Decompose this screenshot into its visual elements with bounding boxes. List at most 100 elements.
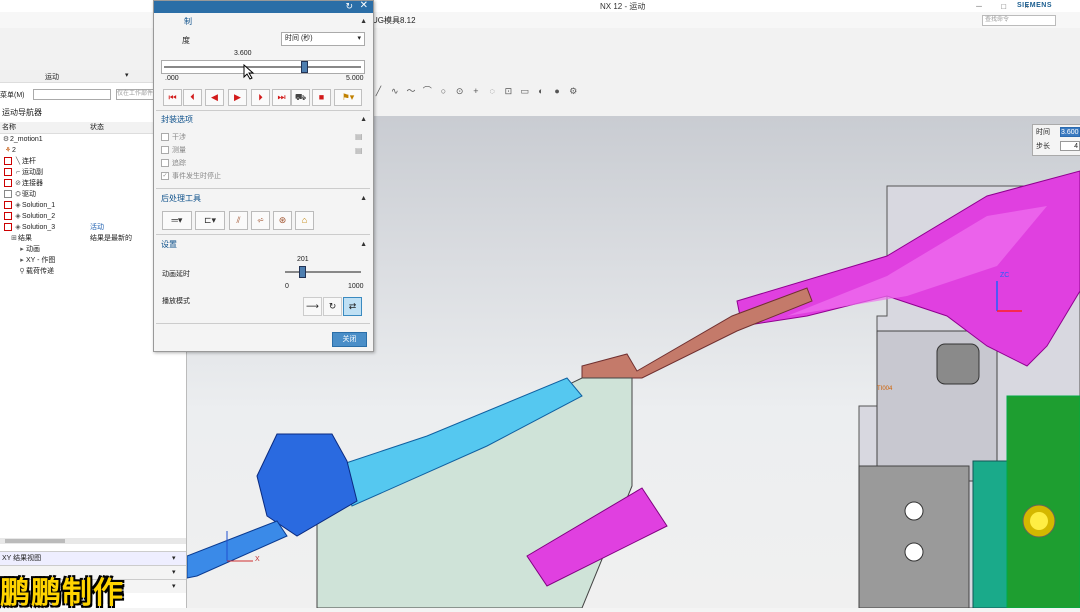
solution-icon: ◈ (15, 224, 21, 231)
link-icon: ╲ (15, 158, 21, 165)
chevron-up-icon[interactable]: ▲ (360, 192, 367, 205)
time-slider-track (164, 66, 361, 68)
record-icon[interactable]: ⛟ (291, 89, 310, 106)
anim-delay-thumb[interactable] (299, 266, 307, 278)
animation-dialog: ↻ ✕ 制 ▲ 度 时间 (秒) ▾ 3.600 .000 5.000 ⏮ ⏴ … (153, 0, 374, 352)
xy-results-panel[interactable]: XY 结果视图 ▾ (0, 551, 186, 565)
trace-option[interactable]: 追踪 (161, 159, 186, 169)
render-icon[interactable]: ◐ (535, 86, 546, 97)
section-animation-control[interactable]: 制 ▲ (154, 15, 373, 28)
checkbox[interactable] (4, 212, 12, 221)
x-axis-label: X (255, 556, 260, 563)
play-once-button[interactable]: ⟶ (303, 297, 322, 316)
document-tab[interactable]: UG模具8.12 (372, 15, 416, 26)
stop-button[interactable]: ■ (312, 89, 331, 106)
play-backward-button[interactable]: ◀ (205, 89, 224, 106)
measure-settings-icon[interactable]: ▤ (355, 146, 363, 155)
checkbox[interactable] (4, 179, 12, 188)
snap-icon[interactable]: ⊡ (503, 86, 514, 97)
watermark-caption: 鹏鹏制作 (0, 576, 124, 611)
chevron-up-icon[interactable]: ▲ (360, 113, 367, 126)
sphere-icon[interactable]: ● (552, 86, 563, 97)
time-slider[interactable] (161, 60, 365, 74)
close-button[interactable]: 关闭 (332, 332, 367, 347)
close-icon[interactable]: ✕ (360, 0, 368, 11)
assembly-icon: ⚘ (4, 147, 12, 154)
horizontal-scrollbar[interactable] (0, 538, 186, 544)
circle-icon[interactable]: ○ (438, 86, 449, 97)
time-slider-thumb[interactable] (300, 61, 308, 73)
anim-delay-value: 201 (297, 256, 309, 263)
selection-toolbar: ╱ ∿ 〜 ⌒ ○ ⊙ + ◌ ⊡ ▭ ◐ ● ⚙ (373, 86, 773, 102)
arc-icon[interactable]: ⌒ (422, 86, 433, 97)
spreadsheet-tool-button[interactable]: ⩫ (251, 211, 270, 230)
load-transfer-icon: ⚲ (19, 268, 25, 275)
trace-tool-button[interactable]: ═▾ (162, 211, 192, 230)
chevron-up-icon[interactable]: ▲ (360, 15, 367, 28)
chevron-down-icon[interactable]: ▾ (172, 552, 176, 565)
mouse-cursor-icon (243, 64, 255, 80)
checkbox[interactable] (4, 190, 12, 199)
step-back-button[interactable]: ⏴ (183, 89, 202, 106)
scrollbar-thumb[interactable] (5, 539, 65, 543)
checkbox[interactable] (4, 168, 12, 177)
load-tool-button[interactable]: ⊛ (273, 211, 292, 230)
fast-forward-to-end-button[interactable]: ⏭ (272, 89, 291, 106)
line-icon[interactable]: ╱ (373, 86, 384, 97)
time-field[interactable]: 3.600 (1060, 127, 1080, 137)
section-package-options[interactable]: 封装选项 ▲ (154, 113, 373, 126)
time-unit-select[interactable]: 时间 (秒) ▾ (281, 32, 365, 46)
chevron-up-icon[interactable]: ▲ (360, 238, 367, 251)
chevron-down-icon[interactable]: ▾ (125, 71, 129, 79)
measure-option[interactable]: 测量 (161, 146, 186, 156)
column-status[interactable]: 状态 (90, 122, 104, 133)
export-button[interactable]: ⚑▾ (334, 89, 362, 106)
time-row: 时间 3.600 (1036, 127, 1080, 137)
interference-settings-icon[interactable]: ▤ (355, 132, 363, 141)
brand-logo: SIEMENS (1017, 2, 1053, 9)
checkbox[interactable] (4, 201, 12, 210)
curve-icon[interactable]: ∿ (389, 86, 400, 97)
plus-icon[interactable]: + (470, 86, 481, 97)
navigator-ribbon-item[interactable]: 运动 (45, 72, 59, 82)
section-post-tools[interactable]: 后处理工具 ▲ (154, 192, 373, 205)
play-forward-button[interactable]: ▶ (228, 89, 247, 106)
anim-delay-slider[interactable] (285, 265, 361, 279)
loop-button[interactable]: ↻ (323, 297, 342, 316)
settings-icon[interactable]: ⚙ (568, 86, 579, 97)
solution-icon: ◈ (15, 213, 21, 220)
reset-icon[interactable]: ↻ (345, 1, 353, 12)
play-mode-label: 播放模式 (162, 298, 190, 305)
results-icon: ⊞ (11, 235, 17, 242)
window-title: NX 12 - 运动 (600, 2, 646, 11)
graph-tool-button[interactable]: ⫽ (229, 211, 248, 230)
rewind-to-start-button[interactable]: ⏮ (163, 89, 182, 106)
gold-bushing-inner (1030, 512, 1048, 530)
spline-icon[interactable]: 〜 (405, 86, 416, 97)
reverse-loop-button[interactable]: ⇄ (343, 297, 362, 316)
column-name[interactable]: 名称 (2, 122, 16, 133)
bolt-hole (904, 542, 924, 562)
zc-label: ZC (1000, 272, 1010, 279)
stop-on-event-option[interactable]: ✓ 事件发生时停止 (161, 172, 221, 182)
interference-option[interactable]: 干涉 (161, 133, 186, 143)
chevron-down-icon[interactable]: ▾ (172, 580, 176, 593)
command-search-input[interactable]: 查找命令 (982, 15, 1056, 26)
bolt-hole (904, 501, 924, 521)
step-field[interactable]: 4 (1060, 141, 1080, 151)
checkbox[interactable] (4, 223, 12, 232)
ellipse-icon[interactable]: ◌ (487, 86, 498, 97)
export-tool-button[interactable]: ⌂ (295, 211, 314, 230)
filter-select[interactable] (33, 89, 111, 100)
section-settings[interactable]: 设置 ▲ (154, 238, 373, 251)
point-icon[interactable]: ⊙ (454, 86, 465, 97)
view-icon[interactable]: ▭ (519, 86, 530, 97)
time-step-panel: 时间 3.600 步长 4 (1032, 124, 1080, 156)
step-forward-button[interactable]: ⏵ (251, 89, 270, 106)
menu-label[interactable]: 菜单(M) (0, 90, 25, 100)
chevron-down-icon[interactable]: ▾ (172, 566, 176, 579)
motion-icon: ⚙ (2, 136, 10, 143)
path-tool-button[interactable]: ⊏▾ (195, 211, 225, 230)
checkbox[interactable] (4, 157, 12, 166)
time-max: 5.000 (346, 75, 364, 82)
